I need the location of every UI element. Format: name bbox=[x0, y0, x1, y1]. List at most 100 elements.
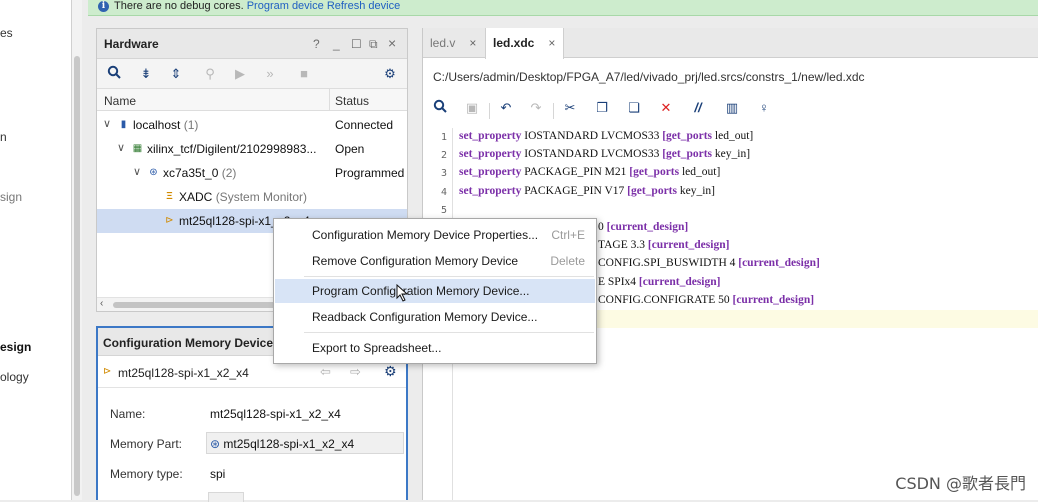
code-token: key_in] bbox=[712, 148, 750, 160]
property-value: spi bbox=[210, 467, 225, 481]
name-column-header[interactable]: Name bbox=[104, 94, 136, 108]
code-line: 0 [current_design] bbox=[598, 221, 688, 239]
delete-icon[interactable]: ✕ bbox=[657, 99, 675, 117]
maximize-icon[interactable]: ☐ bbox=[351, 37, 362, 51]
partial-field[interactable] bbox=[208, 492, 244, 502]
code-token: E SPIx4 bbox=[598, 276, 639, 288]
editor-tab-bar: led.v× led.xdc× bbox=[423, 28, 1038, 58]
flow-nav-item[interactable]: es bbox=[0, 26, 13, 40]
debug-banner: i There are no debug cores. Program devi… bbox=[88, 0, 1038, 16]
flow-nav-scrollbar[interactable] bbox=[72, 0, 82, 500]
column-select-icon[interactable]: ▥ bbox=[723, 99, 741, 117]
properties-device-name: mt25ql128-spi-x1_x2_x4 bbox=[118, 366, 249, 380]
copy-icon[interactable]: ❐ bbox=[593, 99, 611, 117]
forward-arrow-icon[interactable]: ⇨ bbox=[350, 364, 361, 380]
code-token: [get_ports bbox=[629, 166, 679, 178]
code-token: set_property bbox=[459, 130, 521, 142]
tree-item-status: Connected bbox=[335, 118, 393, 132]
property-value: mt25ql128-spi-x1_x2_x4 bbox=[210, 407, 341, 421]
chevron-down-icon[interactable]: ∨ bbox=[103, 117, 111, 130]
code-token: CONFIG.CONFIGRATE 50 bbox=[598, 294, 733, 306]
flow-nav-item[interactable]: n bbox=[0, 130, 7, 144]
menu-item-program-memory[interactable]: Program Configuration Memory Device... bbox=[275, 279, 595, 303]
close-icon[interactable]: × bbox=[469, 36, 476, 50]
tab-led-xdc[interactable]: led.xdc× bbox=[485, 28, 564, 59]
gear-icon[interactable]: ⚙ bbox=[384, 363, 397, 380]
close-icon[interactable]: × bbox=[388, 35, 396, 51]
tree-row-target[interactable]: ∨ ▦ xilinx_tcf/Digilent/2102998983... Op… bbox=[97, 137, 407, 161]
expand-all-icon[interactable]: ⇕ bbox=[167, 65, 185, 83]
close-icon[interactable]: × bbox=[548, 36, 555, 50]
program-device-link[interactable]: Program device bbox=[247, 0, 324, 12]
hardware-panel-title: Hardware bbox=[104, 37, 159, 51]
code-token: [current_design] bbox=[733, 294, 815, 306]
code-line: TAGE 3.3 [current_design] bbox=[598, 239, 729, 257]
tree-row-xadc[interactable]: Ξ XADC (System Monitor) bbox=[97, 185, 407, 209]
line-number: 1 bbox=[427, 132, 447, 143]
code-token: [current_design] bbox=[639, 276, 721, 288]
scroll-left-icon[interactable]: ‹ bbox=[100, 298, 103, 309]
undo-icon[interactable]: ↶ bbox=[497, 99, 515, 117]
mouse-cursor-icon bbox=[396, 284, 410, 302]
tree-row-fpga[interactable]: ∨ ⊛ xc7a35t_0 (2) Programmed bbox=[97, 161, 407, 185]
auto-connect-icon[interactable]: ⚲ bbox=[201, 65, 219, 83]
line-number: 3 bbox=[427, 168, 447, 179]
menu-item-label: Program Configuration Memory Device... bbox=[312, 284, 529, 298]
menu-item-remove-memory[interactable]: Remove Configuration Memory Device Delet… bbox=[275, 249, 595, 273]
flow-navigator: es n sign esign ology bbox=[0, 0, 72, 500]
info-icon: i bbox=[98, 1, 109, 12]
memory-device-icon: ⊳ bbox=[163, 214, 176, 227]
stop-icon[interactable]: ■ bbox=[295, 65, 313, 83]
flow-nav-item[interactable]: sign bbox=[0, 190, 22, 204]
comment-icon[interactable]: // bbox=[689, 99, 707, 117]
flow-nav-section[interactable]: esign bbox=[0, 340, 31, 354]
code-line: set_property PACKAGE_PIN M21 [get_ports … bbox=[459, 166, 720, 184]
property-value: ⊛ mt25ql128-spi-x1_x2_x4 bbox=[210, 437, 354, 451]
collapse-all-icon[interactable]: ⇟ bbox=[137, 65, 155, 83]
menu-item-export-spreadsheet[interactable]: Export to Spreadsheet... bbox=[275, 336, 595, 360]
run-immediate-icon[interactable]: » bbox=[261, 65, 279, 83]
save-icon[interactable]: ▣ bbox=[463, 99, 481, 117]
run-trigger-icon[interactable]: ▶ bbox=[231, 65, 249, 83]
menu-item-readback-memory[interactable]: Readback Configuration Memory Device... bbox=[275, 305, 595, 329]
banner-message: There are no debug cores. bbox=[114, 0, 244, 12]
code-line: set_property PACKAGE_PIN V17 [get_ports … bbox=[459, 185, 715, 203]
minimize-icon[interactable]: _ bbox=[333, 37, 340, 51]
tree-item-label: XADC (System Monitor) bbox=[179, 190, 307, 204]
code-token: [current_design] bbox=[648, 239, 730, 251]
code-token: [get_ports bbox=[662, 130, 712, 142]
redo-icon[interactable]: ↷ bbox=[527, 99, 545, 117]
menu-item-memory-properties[interactable]: Configuration Memory Device Properties..… bbox=[275, 223, 595, 247]
code-token: TAGE 3.3 bbox=[598, 239, 648, 251]
paste-icon[interactable]: ❏ bbox=[625, 99, 643, 117]
chevron-down-icon[interactable]: ∨ bbox=[117, 141, 125, 154]
menu-item-shortcut: Ctrl+E bbox=[551, 228, 585, 242]
chevron-down-icon[interactable]: ∨ bbox=[133, 165, 141, 178]
code-token: [get_ports bbox=[627, 185, 677, 197]
search-icon[interactable] bbox=[105, 65, 123, 83]
chip-icon: ⊛ bbox=[147, 166, 160, 179]
back-arrow-icon[interactable]: ⇦ bbox=[320, 364, 331, 380]
scrollbar-thumb[interactable] bbox=[74, 56, 80, 496]
cut-icon[interactable]: ✂ bbox=[561, 99, 579, 117]
context-menu: Configuration Memory Device Properties..… bbox=[273, 218, 597, 364]
status-column-header[interactable]: Status bbox=[335, 94, 369, 108]
lightbulb-icon[interactable]: ♀ bbox=[755, 99, 773, 117]
tab-led-v[interactable]: led.v× bbox=[423, 28, 484, 58]
code-token: PACKAGE_PIN M21 bbox=[521, 166, 629, 178]
file-path: C:/Users/admin/Desktop/FPGA_A7/led/vivad… bbox=[433, 70, 865, 84]
tree-row-localhost[interactable]: ∨ ▮ localhost (1) Connected bbox=[97, 113, 407, 137]
flow-nav-item[interactable]: ology bbox=[0, 370, 29, 384]
help-icon[interactable]: ? bbox=[313, 37, 320, 51]
xadc-icon: Ξ bbox=[163, 190, 176, 203]
gear-icon[interactable]: ⚙ bbox=[381, 65, 399, 83]
search-icon[interactable] bbox=[431, 99, 449, 117]
code-token: key_in] bbox=[677, 185, 715, 197]
refresh-device-link[interactable]: Refresh device bbox=[327, 0, 400, 12]
tree-item-status: Open bbox=[335, 142, 364, 156]
code-token: IOSTANDARD LVCMOS33 bbox=[521, 130, 662, 142]
float-icon[interactable]: ⧉ bbox=[369, 37, 378, 52]
hardware-column-header: Name Status bbox=[97, 89, 407, 111]
code-token: [current_design] bbox=[607, 221, 689, 233]
property-row-memory-part: Memory Part: ⊛ mt25ql128-spi-x1_x2_x4 bbox=[110, 432, 400, 456]
